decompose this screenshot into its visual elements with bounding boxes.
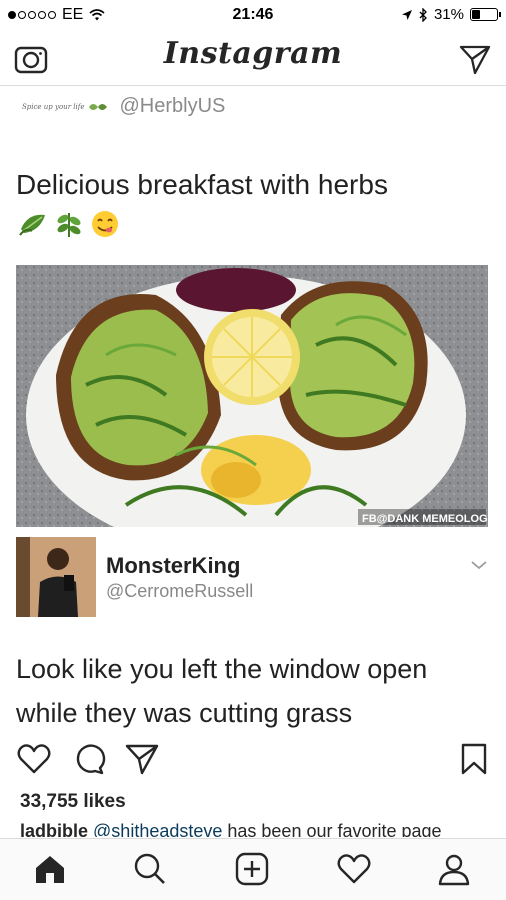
profile-icon[interactable] — [436, 851, 472, 887]
reply-handle[interactable]: @CerromeRussell — [106, 581, 253, 602]
home-icon[interactable] — [32, 851, 68, 887]
herb-sprig-icon — [57, 213, 81, 237]
heart-icon[interactable] — [16, 741, 52, 777]
avatar[interactable] — [16, 537, 96, 617]
reply-header: MonsterKing @CerromeRussell — [16, 537, 490, 617]
likes-count[interactable]: 33,755 likes — [20, 791, 126, 813]
location-arrow-icon — [401, 9, 412, 20]
avocado-toast-image: FB@DANK MEMEOLOGY — [16, 265, 488, 527]
activity-heart-icon[interactable] — [336, 851, 372, 887]
direct-message-icon[interactable] — [458, 42, 492, 76]
caption-mention[interactable]: @shitheadsteve — [93, 821, 222, 837]
share-icon[interactable] — [124, 741, 160, 777]
herbly-logo-text: Spice up your life — [22, 102, 85, 111]
reply-text: Look like you left the window open while… — [16, 647, 490, 735]
herb-leaf-icon — [19, 214, 45, 236]
battery-level — [472, 10, 481, 19]
reply-text-line-1: Look like you left the window open — [16, 654, 428, 684]
tweet-photo[interactable]: FB@DANK MEMEOLOGY — [16, 265, 488, 527]
tweet-text: Delicious breakfast with herbs — [16, 169, 388, 200]
reply-text-line-2: while they was cutting grass — [16, 698, 353, 728]
comment-icon[interactable] — [70, 741, 106, 777]
battery-percent: 31% — [433, 6, 464, 23]
bluetooth-icon — [419, 7, 427, 22]
herb-logo-icon — [89, 103, 108, 110]
post-actions — [0, 737, 506, 781]
bookmark-icon[interactable] — [456, 741, 492, 777]
bottom-nav — [0, 838, 506, 900]
reply-username[interactable]: MonsterKing — [106, 553, 240, 579]
photo-watermark: FB@DANK MEMEOLOGY — [362, 513, 488, 525]
yum-face-icon — [92, 211, 118, 237]
caption-text: has been our favorite page — [222, 821, 442, 837]
search-icon[interactable] — [132, 851, 168, 887]
herbly-logo: Spice up your life — [22, 100, 109, 114]
tweet-emojis — [18, 209, 120, 239]
chevron-down-icon[interactable] — [470, 559, 488, 571]
post-caption: ladbible @shitheadsteve has been our fav… — [20, 821, 490, 837]
status-right: 31% — [401, 6, 501, 23]
battery-icon — [470, 8, 501, 21]
instagram-logo: Instagram — [163, 36, 343, 71]
status-bar: EE 21:46 31% — [0, 0, 506, 30]
avatar-photo — [16, 537, 96, 617]
feed: Spice up your life @HerblyUS Delicious b… — [0, 87, 506, 837]
app-header: Instagram — [0, 30, 506, 86]
caption-username[interactable]: ladbible — [20, 821, 88, 837]
tweet-header: Spice up your life @HerblyUS — [22, 95, 225, 118]
tweet-handle[interactable]: @HerblyUS — [119, 95, 225, 118]
add-post-icon[interactable] — [234, 851, 270, 887]
